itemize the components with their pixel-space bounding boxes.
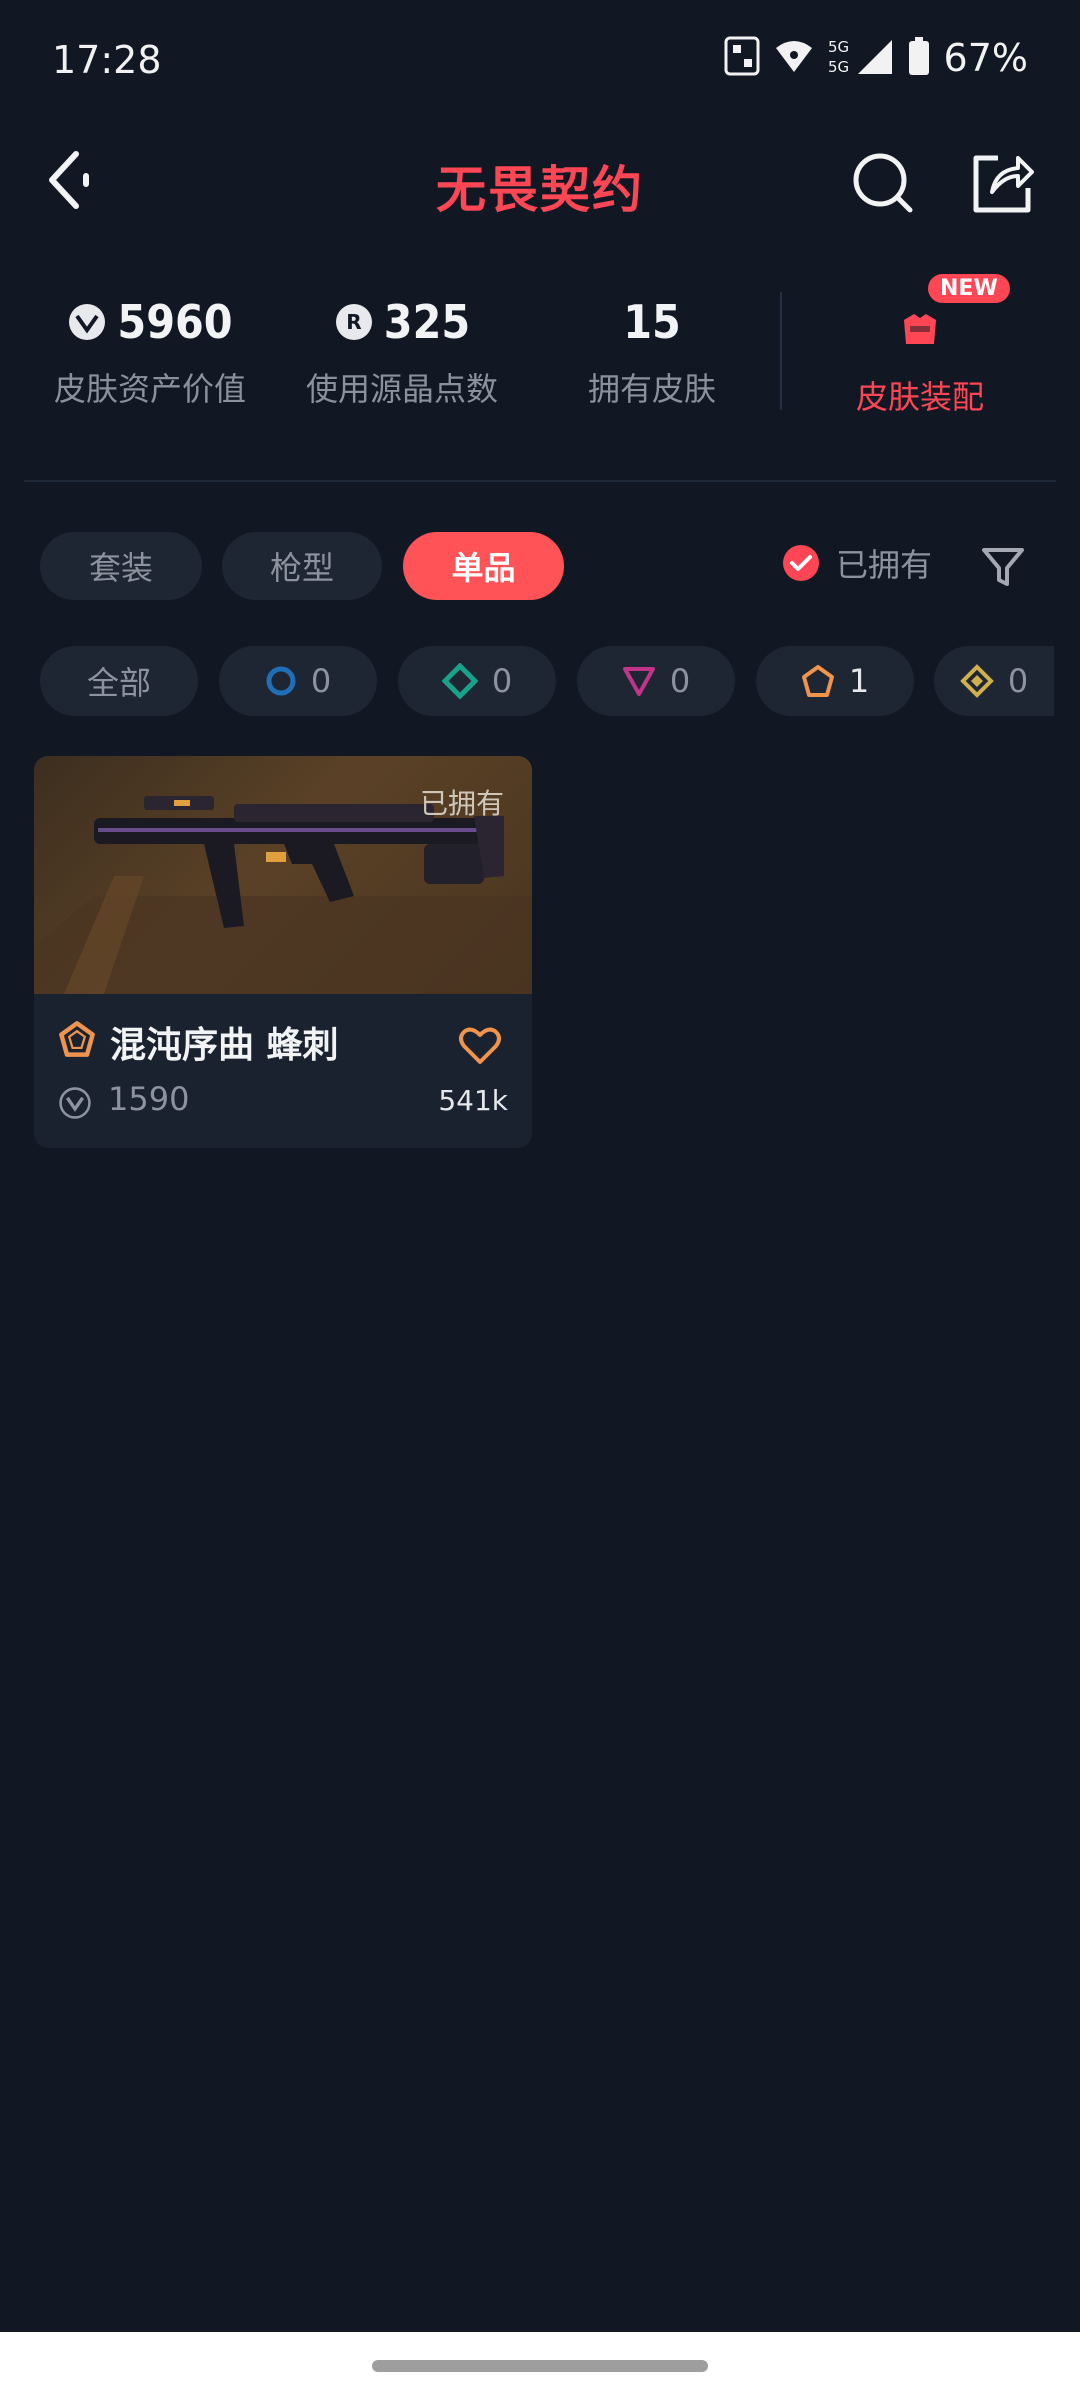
chip-count: 0	[669, 662, 691, 700]
stat-value: 325	[383, 295, 471, 349]
stat-label: 拥有皮肤	[587, 370, 716, 408]
home-gesture-handle[interactable]	[372, 2360, 708, 2372]
signal-icon: 5G 5G	[828, 36, 894, 80]
svg-text:5G: 5G	[828, 58, 849, 76]
rarity-chip-ultra[interactable]: 0	[934, 646, 1054, 716]
status-time: 17:28	[52, 38, 162, 82]
skin-card[interactable]: 已拥有 混沌序曲 蜂刺 1590 541k	[34, 756, 532, 1148]
status-icons: 5G 5G 67%	[724, 36, 1028, 80]
skin-loadout-label: 皮肤装配	[855, 378, 984, 416]
share-button[interactable]	[968, 148, 1038, 218]
vp-icon	[59, 1087, 91, 1119]
skin-image: 已拥有	[34, 756, 532, 994]
app-logo: 无畏契约	[436, 161, 644, 219]
rarity-chip-premium[interactable]: 0	[577, 646, 735, 716]
stat-value: 5960	[117, 295, 233, 349]
stat-value: 15	[623, 295, 681, 349]
checkbox-checked-icon	[783, 545, 819, 581]
rarity-chip-deluxe[interactable]: 0	[398, 646, 556, 716]
deluxe-tier-icon	[441, 663, 478, 699]
stat-label: 使用源晶点数	[305, 370, 498, 408]
stat-label: 皮肤资产价值	[53, 370, 246, 408]
heart-icon[interactable]	[458, 1026, 502, 1066]
tab-bundle[interactable]: 套装	[40, 532, 202, 600]
select-tier-icon	[266, 666, 296, 696]
wifi-icon	[774, 38, 814, 78]
rarity-chip-exclusive[interactable]: 1	[756, 646, 914, 716]
tab-weapon-type[interactable]: 枪型	[222, 532, 382, 600]
search-button[interactable]	[848, 148, 918, 218]
tab-single-item[interactable]: 单品	[403, 532, 564, 600]
stat-owned-skins: 15 拥有皮肤	[542, 292, 762, 410]
owned-tag: 已拥有	[419, 787, 504, 820]
owned-filter-toggle[interactable]: 已拥有	[782, 540, 932, 586]
divider	[24, 480, 1056, 482]
rarity-chip-select[interactable]: 0	[219, 646, 377, 716]
rarity-chip-all[interactable]: 全部	[40, 646, 198, 716]
nfc-icon	[724, 36, 760, 80]
search-icon	[853, 153, 913, 213]
back-button[interactable]	[40, 140, 100, 220]
stat-asset-value: 5960 皮肤资产价值	[40, 292, 260, 410]
chevron-left-icon	[49, 151, 89, 209]
stat-radianite: R 325 使用源晶点数	[292, 292, 512, 410]
new-badge: NEW	[928, 274, 1010, 303]
svg-text:5G: 5G	[828, 38, 849, 56]
exclusive-tier-icon	[59, 1021, 95, 1057]
exclusive-tier-icon	[801, 665, 834, 697]
chip-count: 0	[1007, 662, 1029, 700]
chip-count: 0	[491, 662, 513, 700]
filter-icon	[982, 548, 1024, 586]
ultra-tier-icon	[959, 664, 994, 698]
like-count: 541k	[438, 1084, 508, 1117]
skin-name: 混沌序曲 蜂刺	[110, 1025, 339, 1066]
wardrobe-icon	[904, 314, 936, 344]
vp-icon	[69, 304, 106, 340]
share-icon	[973, 155, 1034, 213]
battery-percent: 67%	[943, 36, 1028, 80]
battery-icon	[908, 36, 930, 80]
premium-tier-icon	[622, 667, 655, 696]
owned-filter-label: 已拥有	[836, 546, 933, 584]
chip-count: 1	[848, 662, 870, 700]
divider	[780, 292, 782, 410]
chip-label: 全部	[86, 664, 151, 702]
radianite-icon: R	[335, 304, 372, 340]
svg-text:R: R	[346, 310, 361, 334]
filter-button[interactable]	[978, 542, 1028, 592]
skin-price: 1590	[108, 1080, 190, 1118]
chip-count: 0	[310, 662, 332, 700]
